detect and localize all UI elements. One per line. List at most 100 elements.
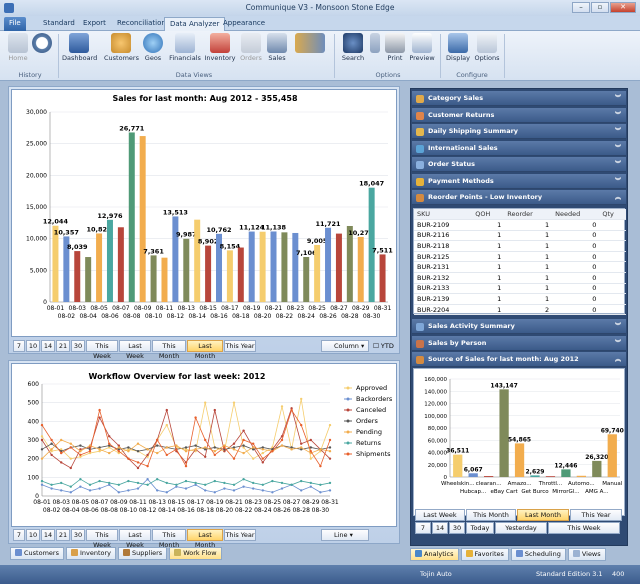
chevron-down-icon[interactable]: ︾	[615, 91, 621, 106]
column-header[interactable]: SKU	[414, 209, 473, 221]
workflow-filter-7[interactable]: 7	[13, 529, 25, 541]
chevron-down-icon[interactable]: ︾	[615, 336, 621, 351]
column-header[interactable]: Needed	[552, 209, 600, 221]
sales-button[interactable]: Sales	[266, 33, 288, 62]
table-row[interactable]: BUR-2125 1 1 0	[414, 251, 626, 263]
chevron-down-icon[interactable]: ︾	[615, 141, 621, 156]
chevron-up-icon[interactable]: ︽	[615, 190, 621, 205]
table-row[interactable]: BUR-2139 1 1 0	[414, 293, 626, 305]
table-row[interactable]: BUR-2204 1 2 0	[414, 304, 626, 316]
table-row[interactable]: BUR-2132 1 1 0	[414, 272, 626, 284]
workflow-filter-14[interactable]: 14	[41, 529, 55, 541]
source-filter-today[interactable]: Today	[466, 522, 494, 534]
chevron-up-icon[interactable]: ︽	[615, 352, 621, 367]
chevron-down-icon[interactable]: ︾	[615, 157, 621, 172]
chevron-down-icon[interactable]: ︾	[615, 319, 621, 334]
sales-filter-30[interactable]: 30	[71, 340, 85, 352]
column-header[interactable]: Reorder	[504, 209, 553, 221]
section-reorder-points-low-inventory[interactable]: Reorder Points - Low Inventory ︽	[412, 190, 626, 205]
source-filter-last-month[interactable]: Last Month	[517, 509, 569, 521]
chart-type-select[interactable]: Column ▾	[321, 340, 369, 352]
section-sales-activity-summary[interactable]: Sales Activity Summary ︾	[412, 319, 626, 334]
table-row[interactable]: BUR-2131 1 1 0	[414, 261, 626, 274]
tab-reconciliation[interactable]: Reconciliation	[112, 17, 171, 31]
workflow-filter-this-month[interactable]: This Month	[152, 529, 186, 549]
clock-button[interactable]	[32, 33, 52, 54]
source-filter-30[interactable]: 30	[449, 522, 465, 534]
chevron-down-icon[interactable]: ︾	[615, 124, 621, 139]
customers-button[interactable]: Customers	[104, 33, 139, 62]
tab-customers[interactable]: Customers	[10, 547, 64, 560]
sales-filter-10[interactable]: 10	[26, 340, 40, 352]
source-filter-7[interactable]: 7	[415, 522, 431, 534]
source-filter-this-month[interactable]: This Month	[466, 509, 516, 521]
preview-button[interactable]: Preview	[408, 33, 436, 62]
inventory-button[interactable]: Inventory	[204, 33, 236, 62]
maximize-button[interactable]: ▫	[591, 2, 609, 13]
workflow-chart-type-select[interactable]: Line ▾	[321, 529, 369, 541]
sales-filter-this-week[interactable]: This Week	[86, 340, 118, 360]
source-filter-this-year[interactable]: This Year	[570, 509, 622, 521]
table-row[interactable]: BUR-2133 1 1 0	[414, 283, 626, 295]
table-row[interactable]: BUR-2109 1 1 0	[414, 219, 626, 231]
tools-button[interactable]	[368, 33, 382, 54]
section-order-status[interactable]: Order Status ︾	[412, 157, 626, 172]
source-filter-yesterday[interactable]: Yesterday	[495, 522, 547, 534]
tab-appearance[interactable]: Appearance	[218, 17, 270, 31]
display-button[interactable]: Display	[444, 33, 472, 62]
ytd-checkbox[interactable]: ☐ YTD	[373, 342, 394, 350]
tab-work-flow[interactable]: Work Flow	[169, 547, 222, 560]
orders-button[interactable]: Orders	[238, 33, 264, 62]
tab-suppliers[interactable]: Suppliers	[118, 547, 168, 560]
view-options-button[interactable]	[292, 33, 328, 54]
minimize-button[interactable]: –	[572, 2, 590, 13]
section-category-sales[interactable]: Category Sales ︾	[412, 91, 626, 106]
tab-scheduling[interactable]: Scheduling	[510, 548, 566, 561]
sales-filter-14[interactable]: 14	[41, 340, 55, 352]
chevron-down-icon[interactable]: ︾	[615, 174, 621, 189]
section-payment-methods[interactable]: Payment Methods ︾	[412, 173, 626, 189]
tab-views[interactable]: Views	[567, 548, 606, 561]
tab-favorites[interactable]: Favorites	[460, 548, 509, 561]
source-filter-this-week[interactable]: This Week	[548, 522, 620, 534]
workflow-filter-this-week[interactable]: This Week	[86, 529, 118, 549]
sales-filter-this-year[interactable]: This Year	[224, 340, 256, 352]
column-header[interactable]: Qty	[599, 209, 626, 221]
section-customer-returns[interactable]: Customer Returns ︾	[412, 107, 626, 123]
workflow-filter-21[interactable]: 21	[56, 529, 70, 541]
workflow-filter-30[interactable]: 30	[71, 529, 85, 541]
table-row[interactable]: BUR-2116 1 1 0	[414, 230, 626, 242]
section-source-of-sales-for-last-month-aug[interactable]: Source of Sales for last month: Aug 2012…	[412, 352, 626, 367]
close-button[interactable]: ✕	[610, 2, 636, 13]
section-daily-shipping-summary[interactable]: Daily Shipping Summary ︾	[412, 124, 626, 139]
home-button[interactable]: Home	[6, 33, 30, 62]
tab-standard[interactable]: Standard	[38, 17, 80, 31]
sales-filter-last-week[interactable]: Last Week	[119, 340, 151, 360]
tab-data-analyzer[interactable]: Data Analyzer	[164, 17, 226, 31]
geos-button[interactable]: Geos	[140, 33, 166, 62]
tab-inventory[interactable]: Inventory	[65, 547, 117, 560]
print-button[interactable]: Print	[384, 33, 406, 62]
workflow-filter-10[interactable]: 10	[26, 529, 40, 541]
chevron-down-icon[interactable]: ︾	[615, 108, 621, 123]
source-filter-last-week[interactable]: Last Week	[415, 509, 465, 521]
workflow-filter-this-year[interactable]: This Year	[224, 529, 256, 541]
section-international-sales[interactable]: International Sales ︾	[412, 140, 626, 156]
options-button[interactable]: Options	[474, 33, 500, 62]
financials-button[interactable]: Financials	[168, 33, 202, 62]
workflow-filter-last-week[interactable]: Last Week	[119, 529, 151, 549]
workflow-filter-last-month[interactable]: Last Month	[187, 529, 223, 549]
dashboard-button[interactable]: Dashboard	[62, 33, 97, 62]
sales-filter-this-month[interactable]: This Month	[152, 340, 186, 360]
tab-export[interactable]: Export	[78, 17, 111, 31]
sales-filter-7[interactable]: 7	[13, 340, 25, 352]
table-row[interactable]: BUR-2118 1 1 0	[414, 240, 626, 252]
tab-file[interactable]: File	[4, 17, 26, 31]
sales-filter-last-month[interactable]: Last Month	[187, 340, 223, 360]
section-sales-by-person[interactable]: Sales by Person ︾	[412, 335, 626, 351]
column-header[interactable]: QOH	[472, 209, 505, 221]
search-button[interactable]: Search	[340, 33, 366, 62]
tab-analytics[interactable]: Analytics	[410, 548, 459, 561]
sales-filter-21[interactable]: 21	[56, 340, 70, 352]
source-filter-14[interactable]: 14	[432, 522, 448, 534]
